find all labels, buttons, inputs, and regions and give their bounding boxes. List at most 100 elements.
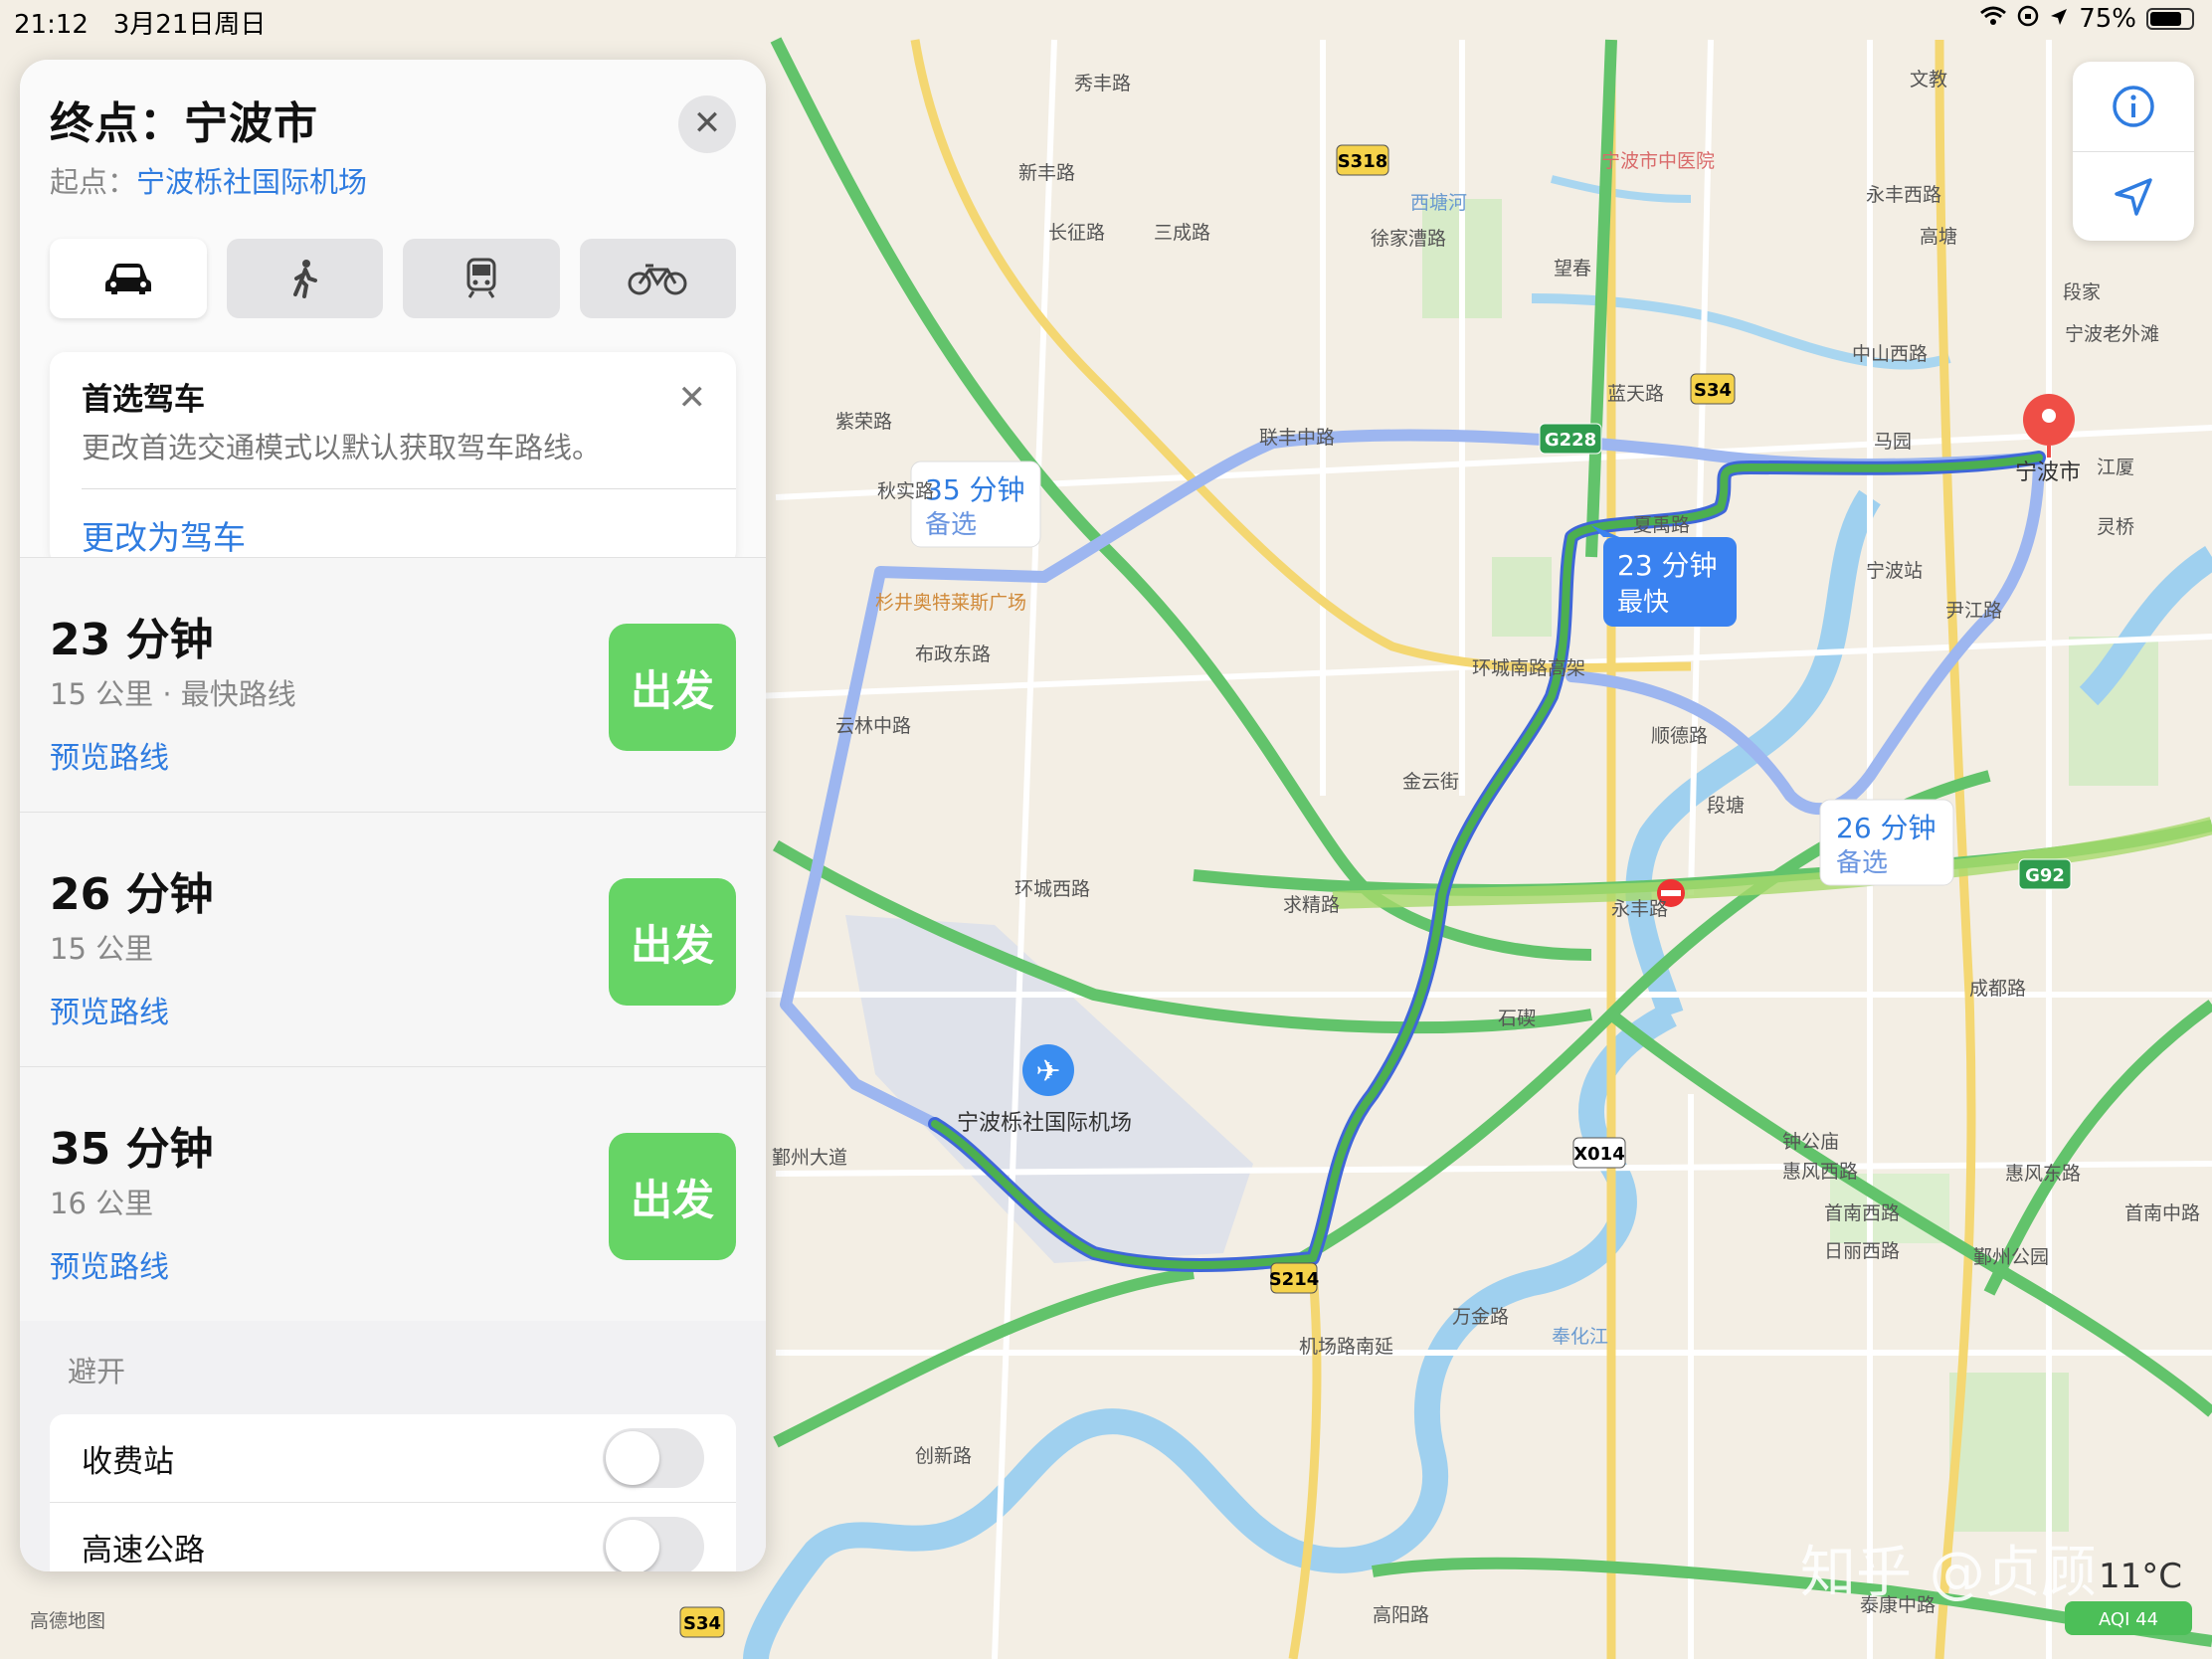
location-icon xyxy=(2049,4,2069,34)
mode-drive[interactable] xyxy=(50,239,207,318)
go-button[interactable]: 出发 xyxy=(609,1133,736,1260)
svg-text:石碶: 石碶 xyxy=(1498,1008,1536,1029)
svg-text:杉井奥特莱斯广场: 杉井奥特莱斯广场 xyxy=(875,592,1026,614)
svg-text:惠风东路: 惠风东路 xyxy=(2005,1163,2081,1185)
svg-text:夏禹路: 夏禹路 xyxy=(1633,514,1690,536)
svg-text:环城南路高架: 环城南路高架 xyxy=(1472,657,1585,679)
directions-panel: 终点：宁波市 起点：宁波栎社国际机场 ✕ 首选驾车 更改首选交通模式以默认获取驾… xyxy=(20,60,766,1571)
svg-text:26 分钟: 26 分钟 xyxy=(1836,812,1936,844)
avoid-list: 收费站 高速公路 xyxy=(50,1414,736,1571)
svg-text:S34: S34 xyxy=(683,1613,721,1634)
route-option[interactable]: 35 分钟 16 公里 预览路线 出发 xyxy=(20,1066,766,1321)
avoid-tolls-row: 收费站 xyxy=(50,1414,736,1502)
svg-text:秋实路: 秋实路 xyxy=(877,480,934,502)
svg-text:首南西路: 首南西路 xyxy=(1824,1202,1900,1224)
avoid-tolls-toggle[interactable] xyxy=(603,1428,704,1488)
svg-text:机场路南延: 机场路南延 xyxy=(1299,1336,1393,1358)
wifi-icon xyxy=(1979,4,2007,34)
route-callout-35[interactable]: 35 分钟 备选 xyxy=(910,461,1041,548)
preference-card: 首选驾车 更改首选交通模式以默认获取驾车路线。 更改为驾车 ✕ xyxy=(50,352,736,567)
svg-text:创新路: 创新路 xyxy=(915,1445,972,1467)
svg-text:紫荣路: 紫荣路 xyxy=(835,411,892,433)
svg-text:秀丰路: 秀丰路 xyxy=(1074,73,1131,94)
transport-modes xyxy=(50,239,736,318)
svg-text:段家: 段家 xyxy=(2063,281,2101,303)
svg-text:X014: X014 xyxy=(1573,1144,1624,1165)
route-option[interactable]: 23 分钟 15 公里 · 最快路线 预览路线 出发 xyxy=(20,557,766,812)
svg-text:S214: S214 xyxy=(1269,1269,1320,1290)
avoid-highways-label: 高速公路 xyxy=(82,1532,205,1568)
svg-text:高塘: 高塘 xyxy=(1920,226,1957,248)
map-controls xyxy=(2073,62,2194,241)
panel-header: 终点：宁波市 起点：宁波栎社国际机场 ✕ 首选驾车 更改首选交通模式以默认获取驾… xyxy=(20,60,766,567)
route-callout-23[interactable]: 23 分钟 最快 xyxy=(1591,525,1737,627)
svg-text:鄞州大道: 鄞州大道 xyxy=(772,1147,847,1169)
svg-text:惠风西路: 惠风西路 xyxy=(1782,1161,1858,1183)
svg-text:备选: 备选 xyxy=(1836,848,1888,878)
svg-text:G92: G92 xyxy=(2025,865,2065,886)
car-icon xyxy=(104,264,151,294)
svg-text:35 分钟: 35 分钟 xyxy=(925,473,1025,506)
svg-text:宁波老外滩: 宁波老外滩 xyxy=(2065,323,2159,345)
svg-text:宁波市中医院: 宁波市中医院 xyxy=(1601,150,1715,172)
svg-text:新丰路: 新丰路 xyxy=(1018,162,1075,184)
bike-icon xyxy=(628,264,687,295)
svg-text:尹江路: 尹江路 xyxy=(1945,600,2002,622)
avoid-section: 避开 收费站 高速公路 xyxy=(20,1321,766,1571)
svg-text:首南中路: 首南中路 xyxy=(2124,1202,2200,1224)
svg-text:三成路: 三成路 xyxy=(1154,222,1210,244)
battery-percent: 75% xyxy=(2079,4,2136,34)
svg-text:徐家漕路: 徐家漕路 xyxy=(1371,228,1446,250)
svg-text:永丰西路: 永丰西路 xyxy=(1866,184,1941,206)
lock-rotation-icon xyxy=(2017,4,2039,34)
mode-transit[interactable] xyxy=(403,239,560,318)
svg-text:高阳路: 高阳路 xyxy=(1373,1604,1429,1626)
svg-text:宁波站: 宁波站 xyxy=(1866,560,1923,582)
go-button[interactable]: 出发 xyxy=(609,624,736,751)
change-to-drive-link[interactable]: 更改为驾车 xyxy=(82,511,704,559)
avoid-highways-toggle[interactable] xyxy=(603,1517,704,1571)
locate-button[interactable] xyxy=(2073,151,2194,241)
svg-text:奉化江: 奉化江 xyxy=(1552,1326,1608,1348)
info-button[interactable] xyxy=(2073,62,2194,151)
train-icon xyxy=(466,258,496,298)
destination-label: 宁波市 xyxy=(2015,461,2081,485)
svg-text:高德地图: 高德地图 xyxy=(30,1610,105,1632)
info-icon xyxy=(2113,86,2154,127)
close-button[interactable]: ✕ xyxy=(678,95,736,153)
svg-text:最快: 最快 xyxy=(1617,588,1669,618)
svg-text:万金路: 万金路 xyxy=(1452,1306,1509,1328)
go-button[interactable]: 出发 xyxy=(609,878,736,1006)
svg-text:成都路: 成都路 xyxy=(1969,978,2026,1000)
mode-walk[interactable] xyxy=(226,239,383,318)
route-option[interactable]: 26 分钟 15 公里 预览路线 出发 xyxy=(20,812,766,1066)
destination-title: 终点：宁波市 xyxy=(50,98,318,149)
svg-text:环城西路: 环城西路 xyxy=(1014,878,1090,900)
airport-pin[interactable]: ✈ xyxy=(1022,1044,1074,1096)
status-time-date: 21:12 3月21日周日 xyxy=(14,10,267,40)
svg-text:西塘河: 西塘河 xyxy=(1410,192,1467,214)
svg-text:段塘: 段塘 xyxy=(1707,795,1745,817)
divider xyxy=(82,488,736,489)
watermark: 知乎 @贞顾 xyxy=(1800,1541,2097,1605)
svg-text:布政东路: 布政东路 xyxy=(915,644,991,665)
origin-link[interactable]: 宁波栎社国际机场 xyxy=(136,165,367,199)
svg-text:求精路: 求精路 xyxy=(1283,894,1340,916)
svg-text:永丰路: 永丰路 xyxy=(1611,898,1668,920)
svg-text:钟公庙: 钟公庙 xyxy=(1782,1131,1839,1153)
pref-close-icon[interactable]: ✕ xyxy=(678,378,707,418)
svg-text:S34: S34 xyxy=(1694,380,1732,401)
route-callout-26[interactable]: 26 分钟 备选 xyxy=(1819,799,1954,886)
battery-icon xyxy=(2146,8,2194,30)
pref-title: 首选驾车 xyxy=(82,382,205,418)
avoid-heading: 避开 xyxy=(68,1355,126,1388)
svg-text:G228: G228 xyxy=(1545,430,1596,451)
svg-text:云林中路: 云林中路 xyxy=(835,715,911,737)
aqi-badge: AQI 44 xyxy=(2099,1609,2158,1630)
mode-bike[interactable] xyxy=(579,239,736,318)
svg-text:蓝天路: 蓝天路 xyxy=(1607,383,1664,405)
svg-text:日丽西路: 日丽西路 xyxy=(1824,1240,1900,1262)
pref-desc: 更改首选交通模式以默认获取驾车路线。 xyxy=(82,431,602,464)
svg-text:江厦: 江厦 xyxy=(2097,457,2134,478)
avoid-tolls-label: 收费站 xyxy=(82,1443,174,1480)
